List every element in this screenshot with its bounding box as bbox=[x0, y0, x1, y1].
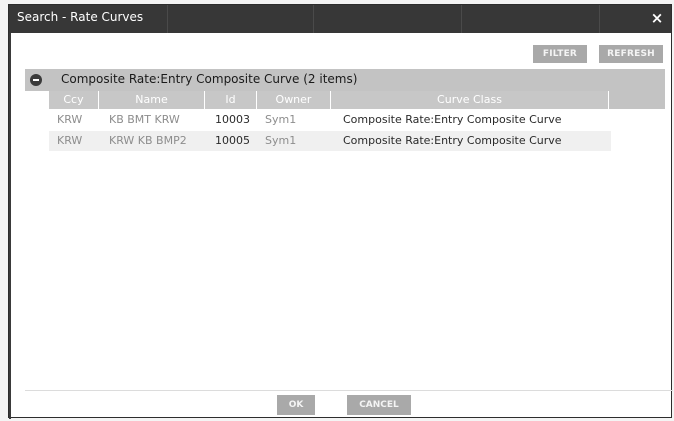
table-row[interactable]: KRW KB BMT KRW 10003 Sym1 Composite Rate… bbox=[49, 110, 611, 130]
cell-name: KB BMT KRW bbox=[109, 113, 180, 126]
window-left-edge bbox=[9, 33, 11, 419]
titlebar-divider bbox=[461, 5, 462, 33]
cell-ccy: KRW bbox=[57, 134, 83, 147]
collapse-icon[interactable] bbox=[30, 74, 42, 86]
cell-owner: Sym1 bbox=[265, 113, 297, 126]
cell-id: 10005 bbox=[215, 134, 250, 147]
table-row[interactable]: KRW KRW KB BMP2 10005 Sym1 Composite Rat… bbox=[49, 131, 611, 151]
column-header-row: Ccy Name Id Owner Curve Class bbox=[49, 91, 665, 109]
cell-id: 10003 bbox=[215, 113, 250, 126]
column-header-curve-class[interactable]: Curve Class bbox=[331, 91, 609, 109]
column-header-name[interactable]: Name bbox=[99, 91, 205, 109]
column-header-owner[interactable]: Owner bbox=[257, 91, 331, 109]
refresh-button[interactable]: REFRESH bbox=[599, 45, 663, 63]
column-header-ccy[interactable]: Ccy bbox=[49, 91, 99, 109]
titlebar-divider bbox=[313, 5, 314, 33]
titlebar-divider bbox=[167, 5, 168, 33]
cell-ccy: KRW bbox=[57, 113, 83, 126]
ok-button[interactable]: OK bbox=[277, 395, 315, 415]
cancel-button[interactable]: CANCEL bbox=[347, 395, 411, 415]
cell-curve-class: Composite Rate:Entry Composite Curve bbox=[343, 134, 562, 147]
cell-name: KRW KB BMP2 bbox=[109, 134, 187, 147]
group-label: Composite Rate:Entry Composite Curve (2 … bbox=[61, 72, 358, 86]
group-header[interactable]: Composite Rate:Entry Composite Curve (2 … bbox=[25, 69, 665, 91]
close-icon[interactable]: × bbox=[649, 9, 665, 27]
titlebar-divider bbox=[599, 5, 600, 33]
cell-curve-class: Composite Rate:Entry Composite Curve bbox=[343, 113, 562, 126]
column-header-id[interactable]: Id bbox=[205, 91, 257, 109]
column-header-gutter bbox=[609, 91, 665, 109]
dialog-title: Search - Rate Curves bbox=[17, 10, 144, 24]
filter-button[interactable]: FILTER bbox=[533, 45, 587, 63]
cell-owner: Sym1 bbox=[265, 134, 297, 147]
search-dialog: Search - Rate Curves × FILTER REFRESH Co… bbox=[8, 4, 673, 419]
title-bar[interactable]: Search - Rate Curves × bbox=[9, 5, 671, 33]
